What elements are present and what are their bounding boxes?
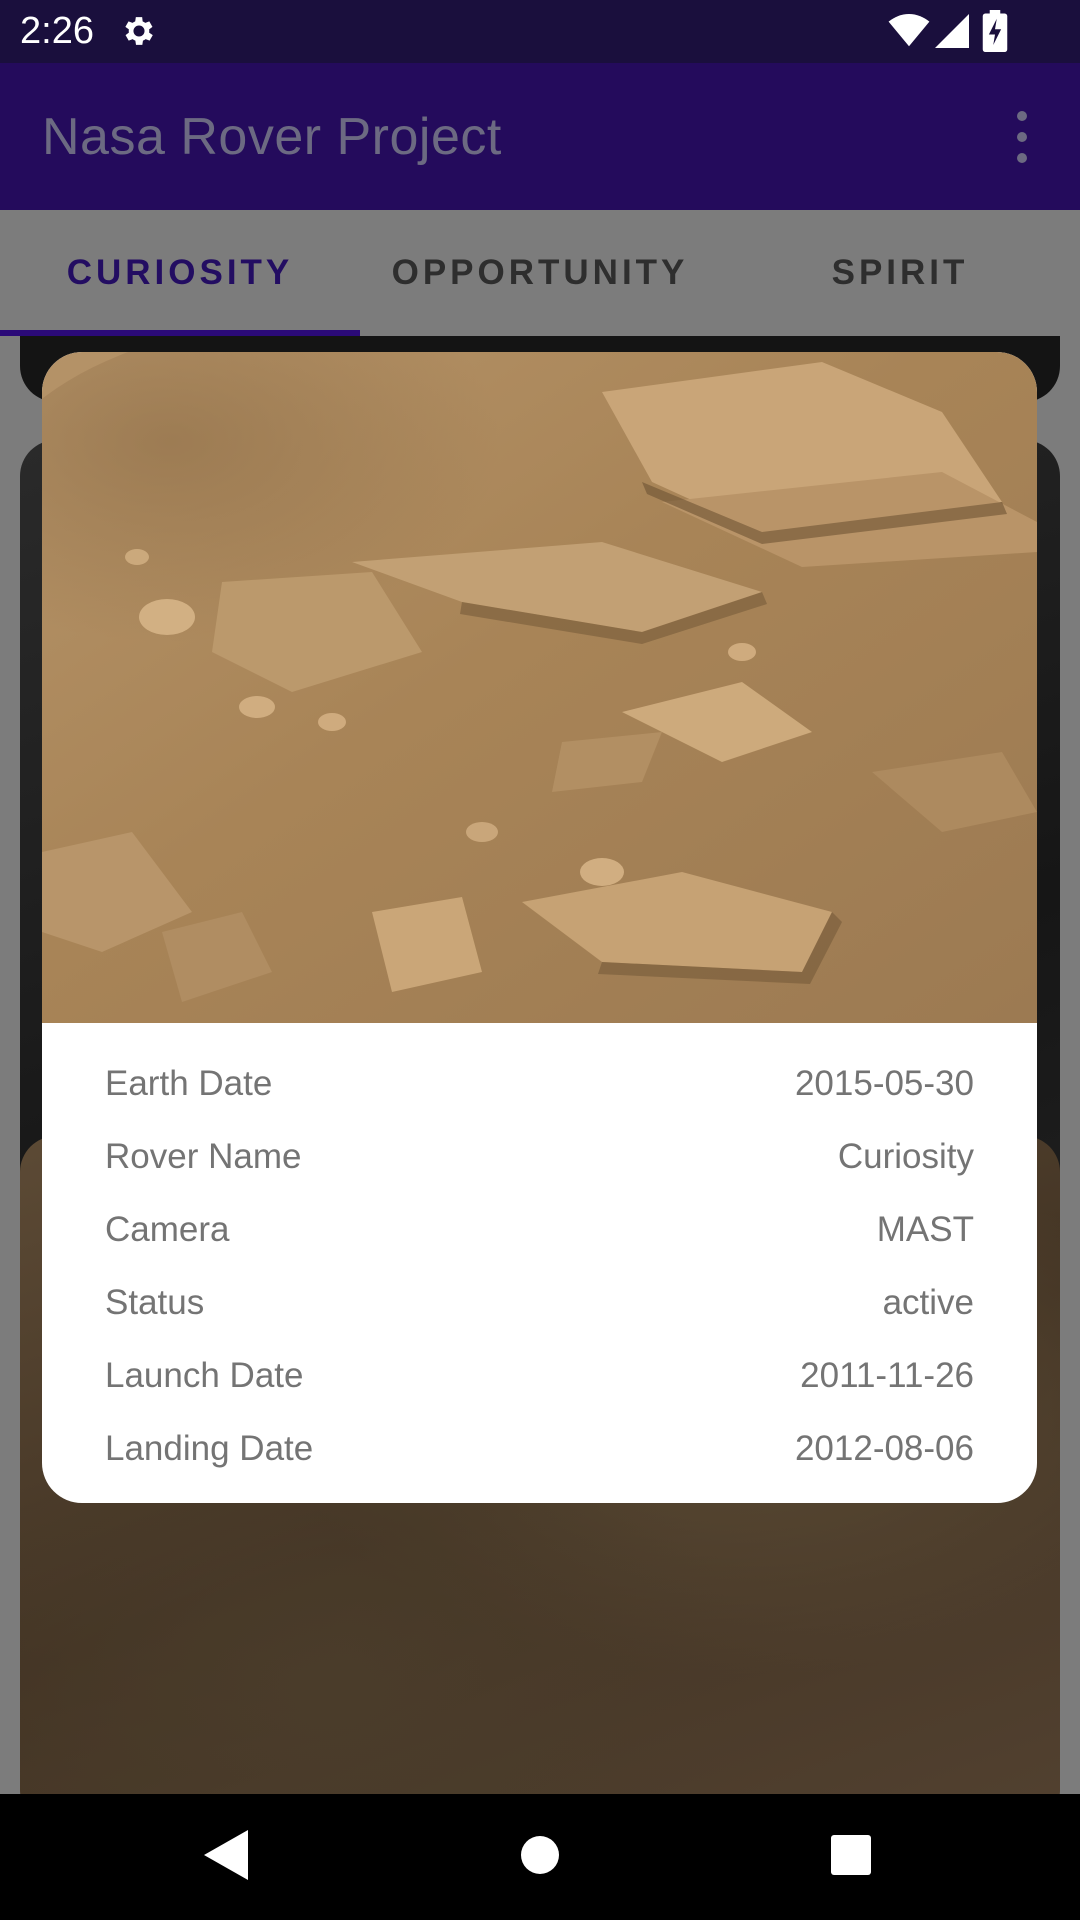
info-row-launch-date: Launch Date 2011-11-26	[105, 1339, 974, 1412]
info-label: Camera	[105, 1209, 230, 1249]
cell-signal-icon	[935, 14, 969, 48]
info-row-status: Status active	[105, 1266, 974, 1339]
app-bar: Nasa Rover Project	[0, 63, 1080, 210]
tab-spirit[interactable]: SPIRIT	[720, 210, 1080, 336]
wifi-icon	[888, 14, 930, 47]
info-row-camera: Camera MAST	[105, 1193, 974, 1266]
back-icon[interactable]	[204, 1830, 248, 1880]
info-value: MAST	[876, 1209, 974, 1249]
recents-icon[interactable]	[831, 1835, 871, 1875]
more-vert-icon[interactable]	[1000, 111, 1044, 163]
status-bar: 2:26	[0, 0, 1080, 63]
mars-surface-photo	[42, 352, 1037, 1023]
tab-bar: CURIOSITY OPPORTUNITY SPIRIT	[0, 210, 1080, 336]
info-row-earth-date: Earth Date 2015-05-30	[105, 1047, 974, 1120]
info-value: 2011-11-26	[800, 1355, 974, 1395]
app-title: Nasa Rover Project	[42, 108, 502, 166]
info-label: Rover Name	[105, 1136, 302, 1176]
photo-detail-dialog: Earth Date 2015-05-30 Rover Name Curiosi…	[42, 352, 1037, 1503]
home-icon[interactable]	[521, 1836, 559, 1874]
info-value: 2012-08-06	[794, 1428, 974, 1468]
info-label: Earth Date	[105, 1063, 273, 1103]
info-value: active	[882, 1282, 974, 1322]
navigation-bar	[0, 1794, 1080, 1920]
tab-opportunity[interactable]: OPPORTUNITY	[360, 210, 720, 336]
settings-gear-icon	[125, 17, 153, 45]
battery-charging-icon	[982, 10, 1008, 52]
info-row-landing-date: Landing Date 2012-08-06	[105, 1412, 974, 1485]
status-time: 2:26	[20, 10, 94, 52]
info-label: Launch Date	[105, 1355, 304, 1395]
info-row-rover-name: Rover Name Curiosity	[105, 1120, 974, 1193]
info-label: Landing Date	[105, 1428, 314, 1468]
info-value: 2015-05-30	[794, 1063, 974, 1103]
tab-curiosity[interactable]: CURIOSITY	[0, 210, 360, 336]
info-value: Curiosity	[837, 1136, 974, 1176]
info-label: Status	[105, 1282, 205, 1322]
